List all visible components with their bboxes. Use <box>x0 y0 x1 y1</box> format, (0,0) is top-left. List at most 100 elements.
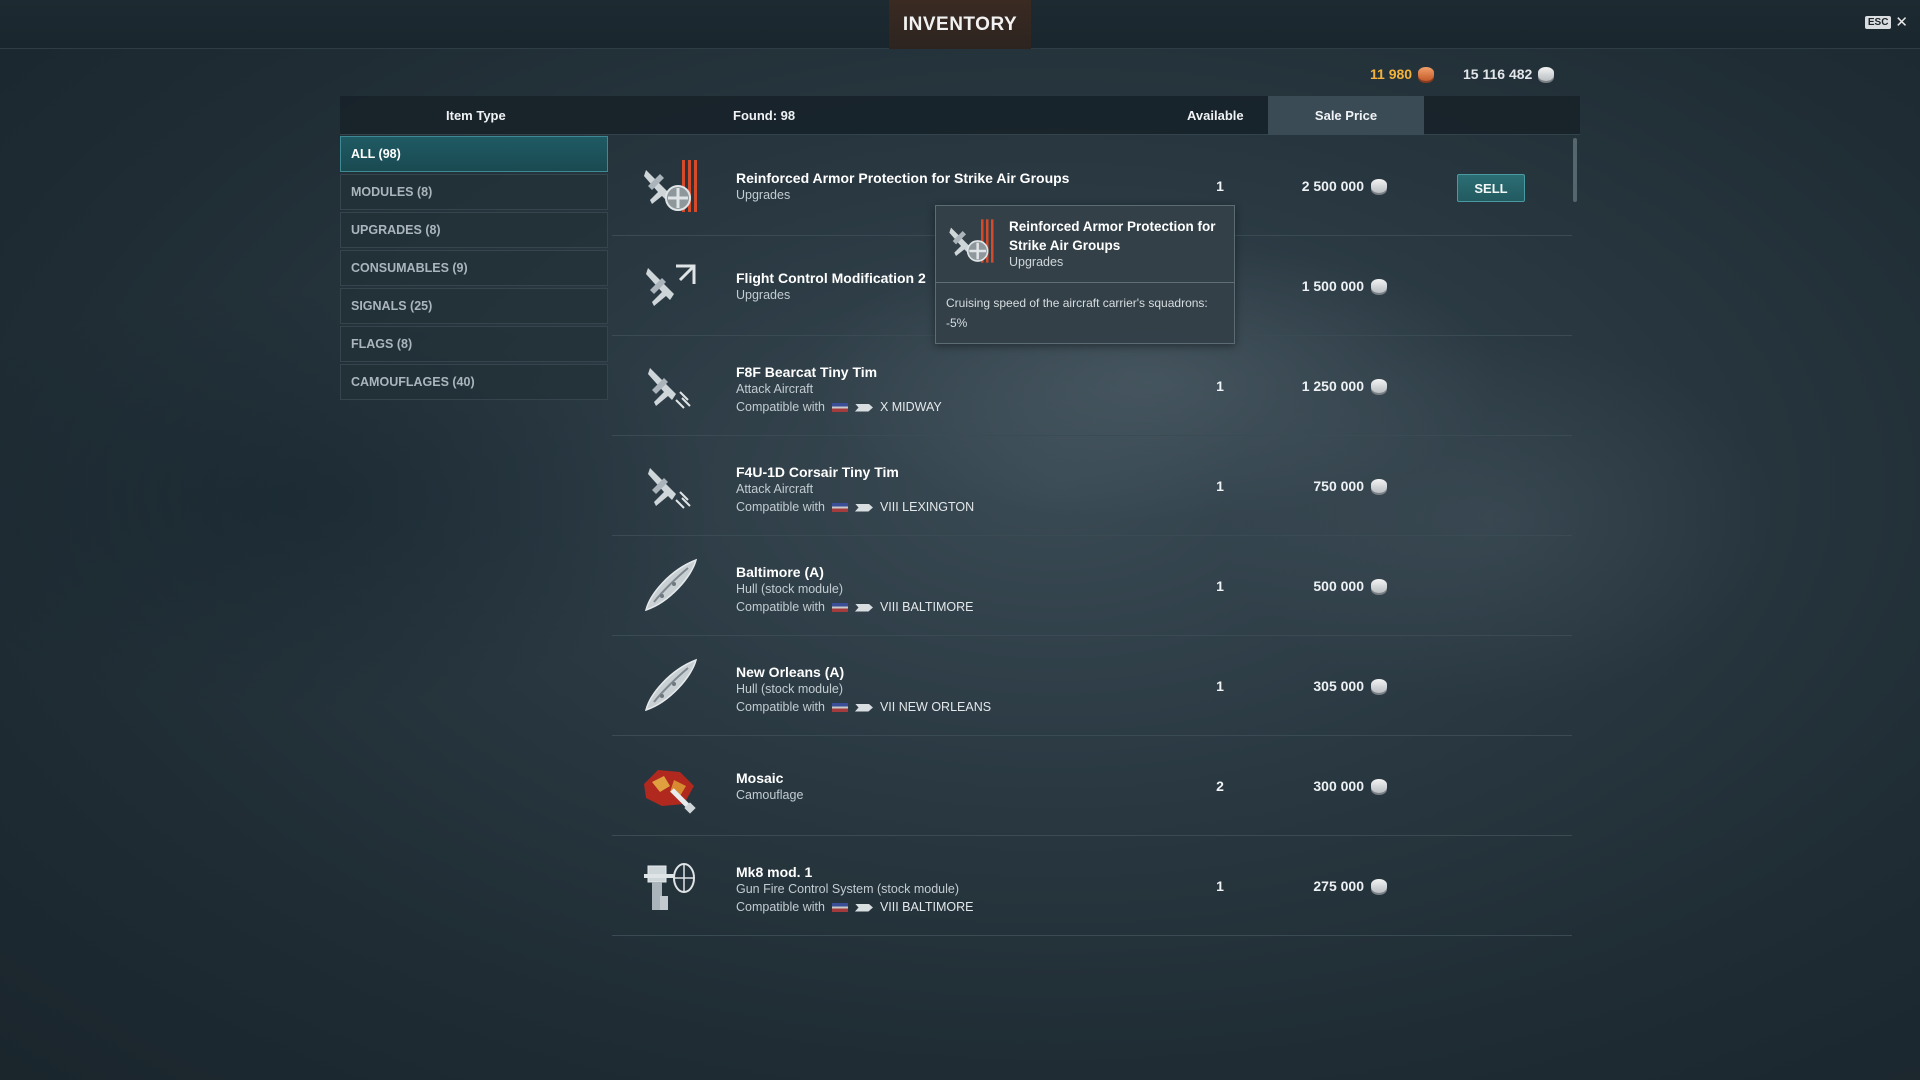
category-modules[interactable]: MODULES (8) <box>340 174 608 210</box>
doubloon-amount: 11 980 <box>1370 66 1413 82</box>
compatible-ship: VIII BALTIMORE <box>879 900 974 914</box>
item-name: New Orleans (A) <box>736 664 845 680</box>
esc-key-label: ESC <box>1864 16 1892 29</box>
tooltip-header: Reinforced Armor Protection for Strike A… <box>936 206 1234 283</box>
item-price: 1 500 000 <box>1302 278 1387 294</box>
item-type: Upgrades <box>736 288 791 302</box>
close-icon[interactable]: ✕ <box>1895 15 1908 30</box>
compatible-label: Compatible with <box>736 600 825 614</box>
category-camouflages[interactable]: CAMOUFLAGES (40) <box>340 364 608 400</box>
nation-flag-icon <box>831 603 848 612</box>
item-compatibility: Compatible with VIII LEXINGTON <box>736 498 974 517</box>
ship-class-icon <box>854 703 873 712</box>
item-name: F8F Bearcat Tiny Tim <box>736 364 878 380</box>
credit-icon <box>1371 379 1387 393</box>
item-name: Baltimore (A) <box>736 564 824 580</box>
item-name: Mk8 mod. 1 <box>736 864 813 880</box>
item-price: 1 250 000 <box>1302 378 1387 394</box>
credit-icon <box>1371 679 1387 693</box>
armor-upgrade-icon <box>644 160 697 212</box>
item-type: Hull (stock module) <box>736 582 843 596</box>
item-compatibility: Compatible with VIII BALTIMORE <box>736 898 973 917</box>
item-price: 300 000 <box>1313 778 1387 794</box>
item-available: 1 <box>1216 178 1224 194</box>
compatible-ship: X MIDWAY <box>879 400 942 414</box>
category-consumables[interactable]: CONSUMABLES (9) <box>340 250 608 286</box>
item-type: Hull (stock module) <box>736 682 843 696</box>
item-text: F4U-1D Corsair Tiny Tim Attack Aircraft … <box>736 464 974 517</box>
compatible-ship: VII NEW ORLEANS <box>879 700 992 714</box>
item-available: 1 <box>1216 378 1224 394</box>
list-item[interactable]: New Orleans (A) Hull (stock module) Comp… <box>612 636 1572 736</box>
item-name: Reinforced Armor Protection for Strike A… <box>736 170 1070 186</box>
item-available: 1 <box>1216 478 1224 494</box>
tooltip-title: Reinforced Armor Protection for Strike A… <box>1009 219 1216 253</box>
item-available: 2 <box>1216 778 1224 794</box>
attack-aircraft-icon <box>648 468 691 509</box>
ship-class-icon <box>854 903 873 912</box>
item-text: Baltimore (A) Hull (stock module) Compat… <box>736 564 973 617</box>
item-compatibility: Compatible with VIII BALTIMORE <box>736 598 973 617</box>
list-item[interactable]: F8F Bearcat Tiny Tim Attack Aircraft Com… <box>612 336 1572 436</box>
item-name: F4U-1D Corsair Tiny Tim <box>736 464 899 480</box>
compatible-label: Compatible with <box>736 500 825 514</box>
item-type: Attack Aircraft <box>736 382 814 396</box>
category-flags[interactable]: FLAGS (8) <box>340 326 608 362</box>
item-type: Attack Aircraft <box>736 482 814 496</box>
item-price-value: 300 000 <box>1313 778 1364 794</box>
item-price-value: 275 000 <box>1313 878 1364 894</box>
item-name: Flight Control Modification 2 <box>736 270 926 286</box>
credit-icon <box>1371 179 1387 193</box>
tooltip-description: Cruising speed of the aircraft carrier's… <box>946 296 1208 330</box>
flight-control-icon <box>646 264 696 306</box>
credit-balance: 15 116 482 <box>1463 66 1555 82</box>
doubloon-icon <box>1418 67 1435 81</box>
header-sale-price[interactable]: Sale Price <box>1268 96 1424 135</box>
item-price-value: 1 250 000 <box>1301 378 1364 394</box>
ship-class-icon <box>854 503 873 512</box>
credit-icon <box>1371 479 1387 493</box>
compatible-ship: VIII LEXINGTON <box>879 500 975 514</box>
hull-icon <box>644 558 698 612</box>
list-item[interactable]: Mosaic Camouflage 2 300 000 <box>612 736 1572 836</box>
item-price-value: 305 000 <box>1313 678 1364 694</box>
item-compatibility: Compatible with VII NEW ORLEANS <box>736 698 991 717</box>
item-price-value: 500 000 <box>1313 578 1364 594</box>
category-upgrades[interactable]: UPGRADES (8) <box>340 212 608 248</box>
compatible-ship: VIII BALTIMORE <box>879 600 974 614</box>
nation-flag-icon <box>831 503 848 512</box>
item-available: 1 <box>1216 678 1224 694</box>
list-item[interactable]: Baltimore (A) Hull (stock module) Compat… <box>612 536 1572 636</box>
list-item[interactable]: Mk8 mod. 1 Gun Fire Control System (stoc… <box>612 836 1572 936</box>
compatible-label: Compatible with <box>736 400 825 414</box>
header-available[interactable]: Available <box>1187 108 1244 123</box>
item-available: 1 <box>1216 578 1224 594</box>
item-price: 275 000 <box>1313 878 1387 894</box>
header-sale-price-label: Sale Price <box>1314 108 1378 123</box>
item-text: Mk8 mod. 1 Gun Fire Control System (stoc… <box>736 864 973 917</box>
credit-icon <box>1371 579 1387 593</box>
item-price: 305 000 <box>1313 678 1387 694</box>
list-scrollbar[interactable] <box>1573 138 1577 202</box>
camouflage-icon <box>644 770 696 814</box>
credit-icon <box>1538 67 1555 81</box>
category-signals[interactable]: SIGNALS (25) <box>340 288 608 324</box>
category-all[interactable]: ALL (98) <box>340 136 608 172</box>
item-available: 1 <box>1216 878 1224 894</box>
item-price: 500 000 <box>1313 578 1387 594</box>
category-sidebar: ALL (98) MODULES (8) UPGRADES (8) CONSUM… <box>340 136 608 402</box>
item-name: Mosaic <box>736 770 784 786</box>
item-price-value: 2 500 000 <box>1301 178 1364 194</box>
nation-flag-icon <box>831 403 848 412</box>
list-item[interactable]: F4U-1D Corsair Tiny Tim Attack Aircraft … <box>612 436 1572 536</box>
ship-class-icon <box>854 603 873 612</box>
item-price-value: 750 000 <box>1313 478 1364 494</box>
armor-upgrade-icon <box>949 219 994 263</box>
fire-control-icon <box>644 863 695 910</box>
tooltip-type: Upgrades <box>1009 255 1064 269</box>
close-control[interactable]: ESC ✕ <box>1864 15 1908 30</box>
compatible-label: Compatible with <box>736 700 825 714</box>
sell-button[interactable]: SELL <box>1457 174 1525 202</box>
window-title: INVENTORY <box>889 0 1031 49</box>
item-text: Flight Control Modification 2 Upgrades <box>736 270 926 304</box>
